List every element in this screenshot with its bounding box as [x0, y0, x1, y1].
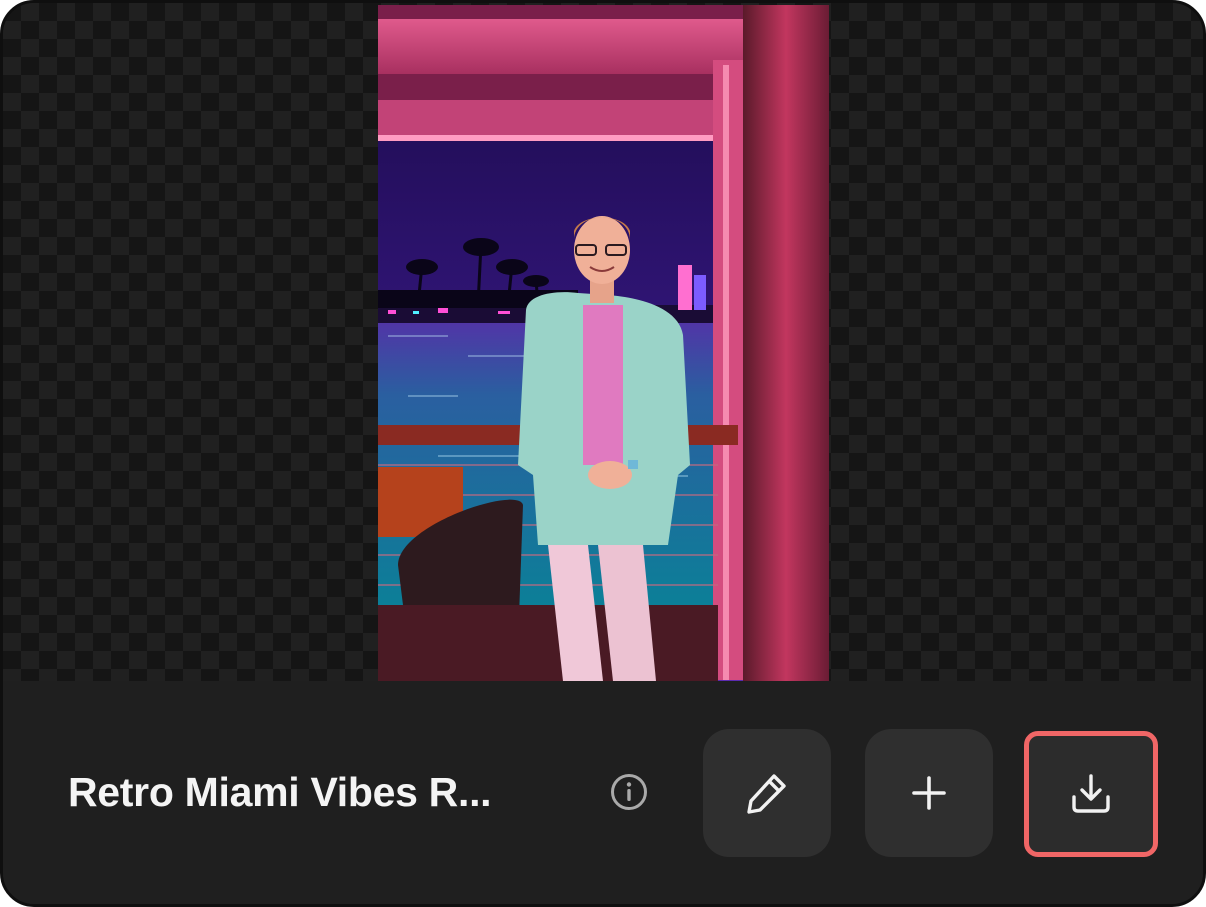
action-bar: Retro Miami Vibes R...: [3, 681, 1203, 904]
image-preview-card: Retro Miami Vibes R...: [0, 0, 1206, 907]
add-button[interactable]: [865, 729, 993, 857]
pencil-icon: [747, 774, 786, 814]
download-icon: [1072, 774, 1110, 813]
generated-image[interactable]: [378, 5, 829, 681]
image-title: Retro Miami Vibes R...: [68, 769, 492, 815]
download-button[interactable]: [1024, 731, 1158, 857]
plus-icon: [912, 776, 946, 810]
photo-illustration: [378, 5, 829, 681]
transparency-checkerboard: [3, 3, 1203, 681]
edit-button[interactable]: [703, 729, 831, 857]
info-icon[interactable]: [610, 773, 648, 811]
